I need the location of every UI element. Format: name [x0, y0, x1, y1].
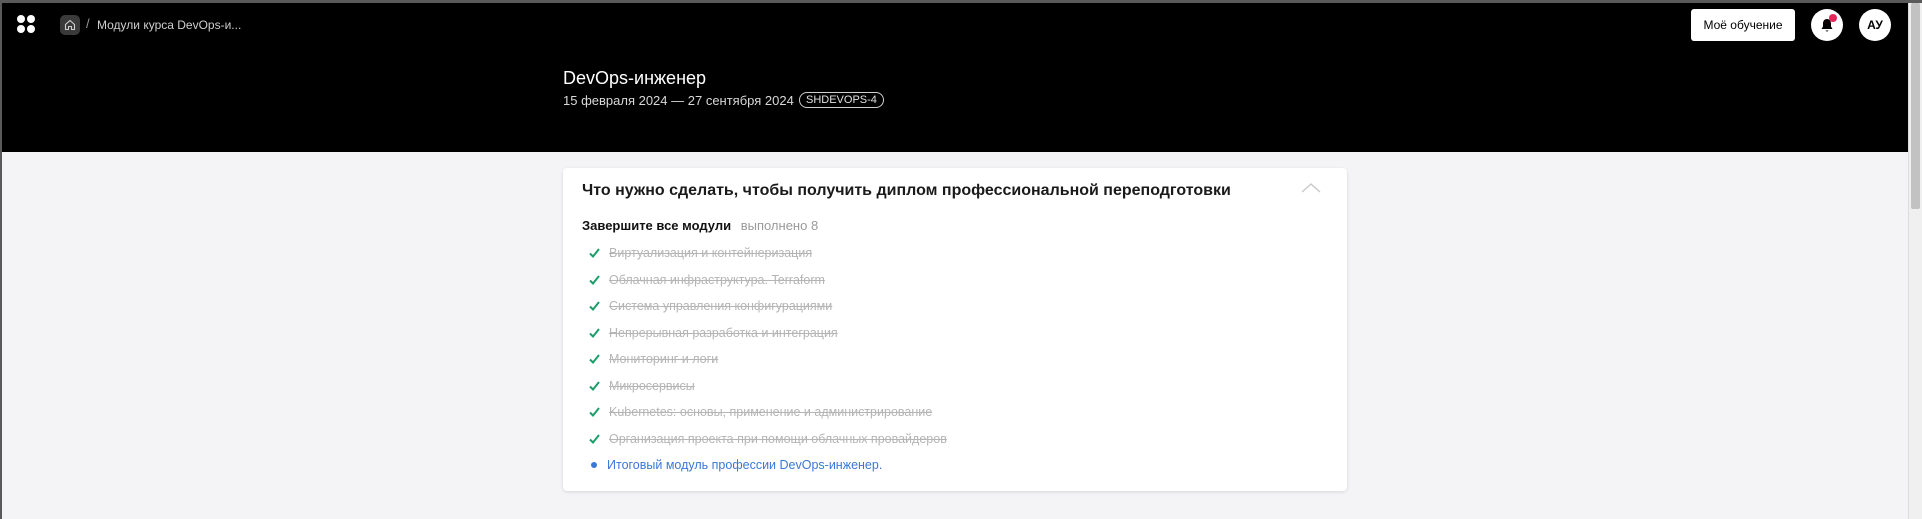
course-dates: 15 февраля 2024 — 27 сентября 2024 [563, 93, 794, 108]
module-name: Облачная инфраструктура. Terraform [609, 272, 825, 287]
modules-label: Завершите все модули [582, 218, 732, 233]
module-name: Мониторинг и логи [609, 352, 719, 367]
bullet-icon [591, 462, 597, 469]
check-icon [587, 299, 601, 313]
breadcrumb-current[interactable]: Модули курса DevOps-и... [97, 18, 241, 32]
page-scrollbar[interactable] [1908, 0, 1922, 519]
module-name: Система управления конфигурациями [609, 299, 833, 314]
modules-status: выполнено 8 [740, 218, 819, 233]
breadcrumb-separator: / [86, 16, 90, 31]
chevron-up-icon[interactable] [1300, 178, 1322, 200]
module-item: Мониторинг и логи [587, 346, 947, 373]
app-logo-icon[interactable] [17, 15, 35, 33]
module-item: Организация проекта при помощи облачных … [587, 426, 947, 453]
module-item: Kubernetes: основы, применение и админис… [587, 399, 947, 426]
module-name: Kubernetes: основы, применение и админис… [609, 405, 933, 420]
module-item: Облачная инфраструктура. Terraform [587, 267, 947, 294]
notifications-button[interactable] [1811, 9, 1843, 41]
check-icon [587, 273, 601, 287]
module-name: Микросервисы [609, 378, 695, 393]
check-icon [587, 379, 601, 393]
scrollbar-thumb[interactable] [1911, 3, 1920, 209]
course-title: DevOps-инженер [563, 68, 707, 88]
module-item: Непрерывная разработка и интеграция [587, 320, 947, 347]
course-header: / Модули курса DevOps-и... Моё обучение … [0, 0, 1908, 152]
check-icon [587, 352, 601, 366]
home-icon[interactable] [60, 15, 80, 35]
module-item: Виртуализация и контейнеризация [587, 240, 947, 267]
course-code-badge: SHDEVOPS-4 [799, 92, 884, 108]
module-item: Микросервисы [587, 373, 947, 400]
my-learning-button[interactable]: Моё обучение [1691, 9, 1795, 41]
module-name: Организация проекта при помощи облачных … [609, 431, 947, 446]
check-icon [587, 246, 601, 260]
notification-badge [1829, 14, 1837, 22]
module-item-current[interactable]: Итоговый модуль профессии DevOps-инженер… [587, 452, 947, 479]
modules-summary: Завершите все модули выполнено 8 [582, 218, 818, 233]
module-item: Система управления конфигурациями [587, 293, 947, 320]
check-icon [587, 432, 601, 446]
check-icon [587, 405, 601, 419]
module-name: Непрерывная разработка и интеграция [609, 325, 838, 340]
user-avatar[interactable]: АУ [1859, 9, 1891, 41]
check-icon [587, 326, 601, 340]
module-list: Виртуализация и контейнеризация Облачная… [587, 240, 947, 479]
module-name: Виртуализация и контейнеризация [609, 246, 813, 261]
diploma-requirements-card: Что нужно сделать, чтобы получить диплом… [563, 168, 1347, 491]
card-title: Что нужно сделать, чтобы получить диплом… [582, 182, 1231, 199]
module-link[interactable]: Итоговый модуль профессии DevOps-инженер… [607, 458, 882, 472]
